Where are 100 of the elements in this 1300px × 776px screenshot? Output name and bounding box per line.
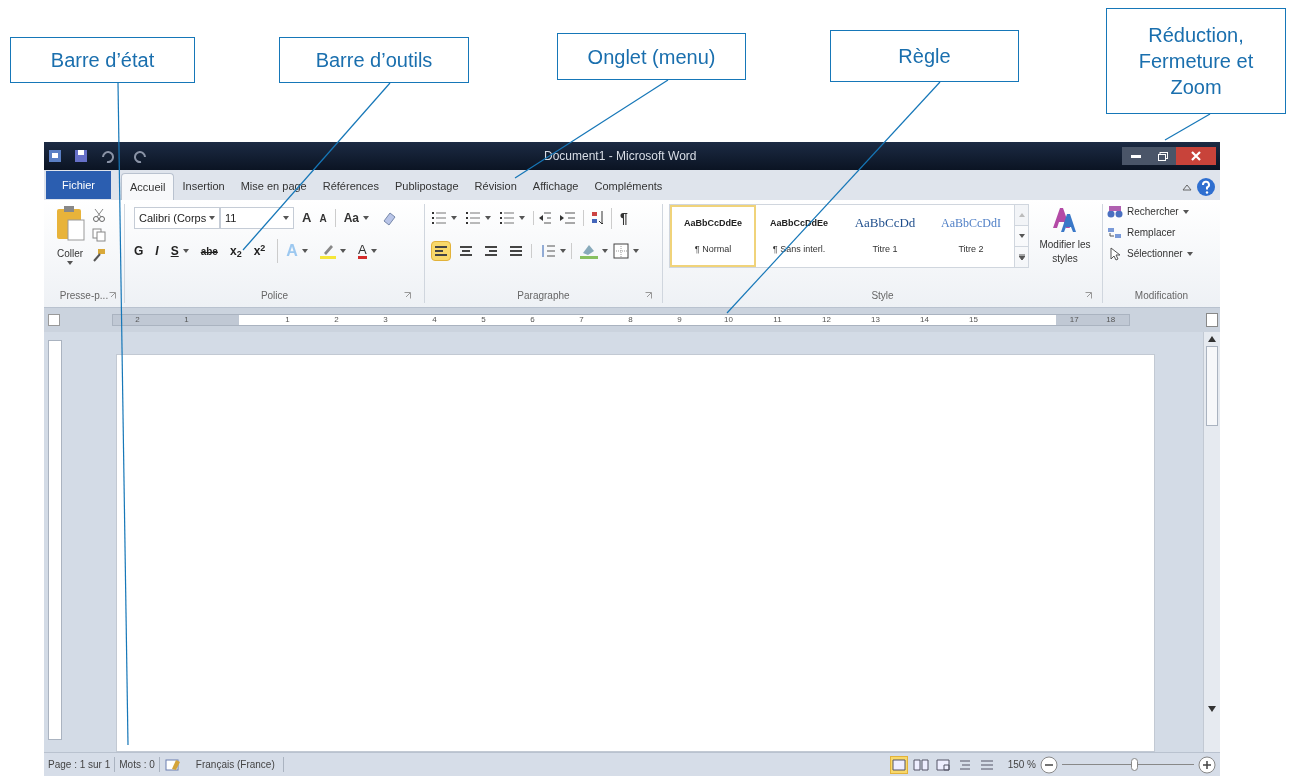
group-label: Modification xyxy=(1134,288,1189,303)
decrease-indent-icon[interactable] xyxy=(533,211,551,225)
highlight-button[interactable] xyxy=(319,243,346,259)
caret-icon xyxy=(633,249,639,253)
ruler-number: 14 xyxy=(919,314,930,326)
highlighter-icon xyxy=(319,243,336,259)
superscript-button[interactable]: x$^{2}$ xyxy=(253,242,266,260)
ruler-number: 11 xyxy=(772,314,783,326)
ruler-number: 12 xyxy=(821,314,832,326)
close-button[interactable] xyxy=(1176,147,1216,165)
grow-font-button[interactable]: A xyxy=(302,208,312,228)
group-label: Paragraphe xyxy=(517,288,570,303)
borders-icon[interactable] xyxy=(613,243,629,259)
ribbon-tab[interactable]: Références xyxy=(314,173,387,200)
view-button[interactable] xyxy=(889,755,908,774)
ruler-number: 17 xyxy=(1068,314,1080,326)
strikethrough-button[interactable]: abe xyxy=(200,243,218,259)
redo-icon[interactable] xyxy=(134,149,148,163)
zoom-slider[interactable] xyxy=(1062,757,1194,772)
align-icon xyxy=(482,243,500,259)
dialog-launcher-icon[interactable] xyxy=(645,291,652,299)
scroll-up-icon[interactable] xyxy=(1208,336,1216,342)
caret-icon xyxy=(451,216,457,220)
collapse-ribbon-icon[interactable] xyxy=(1182,182,1192,191)
tab-selector[interactable] xyxy=(48,314,60,326)
bullets-icon[interactable] xyxy=(431,211,447,225)
caret-icon xyxy=(209,216,215,220)
zoom-out-icon[interactable] xyxy=(1040,755,1058,774)
subscript-button[interactable]: x$_{2}$ xyxy=(229,242,242,260)
change-case-button[interactable]: Aa xyxy=(334,209,369,227)
bold-button[interactable]: G xyxy=(134,242,144,260)
caret-icon xyxy=(560,249,566,253)
help-icon[interactable] xyxy=(1196,176,1216,197)
font-color-button[interactable]: A xyxy=(357,243,377,259)
up-arrow-icon xyxy=(1018,213,1025,217)
paste-button[interactable]: Coller xyxy=(48,204,92,265)
ribbon-tab[interactable]: Affichage xyxy=(524,173,587,200)
page-count[interactable]: Page : 1 sur 1 xyxy=(44,757,116,772)
callout-label: Barre d’outils xyxy=(279,37,469,83)
vertical-scrollbar[interactable] xyxy=(1203,332,1220,752)
ribbon-tab[interactable]: Fichier xyxy=(46,171,111,199)
ruler-number: 8 xyxy=(627,314,634,326)
ribbon-tab[interactable]: Insertion xyxy=(174,173,233,200)
more-icon xyxy=(1018,254,1025,260)
style-item[interactable]: AaBbCcDdEe ¶ Normal xyxy=(670,205,756,267)
ribbon-tab[interactable]: Révision xyxy=(466,173,525,200)
group-label: Police xyxy=(260,288,289,303)
clipboard-icon xyxy=(54,204,86,242)
brush-icon[interactable] xyxy=(92,248,106,262)
editing-button[interactable]: Rechercher xyxy=(1107,204,1216,219)
shrink-font-button[interactable]: A xyxy=(319,210,327,226)
ribbon-tab[interactable]: Accueil xyxy=(121,173,175,200)
ruler-number: 10 xyxy=(723,314,734,326)
dialog-launcher-icon[interactable] xyxy=(109,291,116,299)
caret-icon xyxy=(1186,251,1193,256)
ribbon-tab[interactable]: Compléments xyxy=(586,173,671,200)
minimize-button[interactable] xyxy=(1122,147,1150,165)
align-icon xyxy=(507,243,525,259)
style-item[interactable]: AaBbCcDd Titre 1 xyxy=(842,205,928,267)
undo-icon[interactable] xyxy=(100,149,114,163)
italic-button[interactable]: I xyxy=(155,242,159,260)
editing-button[interactable]: Sélectionner xyxy=(1107,246,1216,261)
zoom-level[interactable]: 150 % xyxy=(1007,757,1036,772)
language-indicator[interactable]: Français (France) xyxy=(187,757,284,772)
slider-thumb[interactable] xyxy=(1130,758,1138,771)
close-icon xyxy=(1191,151,1201,161)
view-ruler-icon[interactable] xyxy=(1206,313,1218,327)
increase-indent-icon[interactable] xyxy=(559,211,575,225)
view-icon xyxy=(890,756,907,773)
view-icon xyxy=(912,756,929,773)
font-name-field[interactable]: Calibri (Corps xyxy=(134,207,220,229)
ribbon-tab[interactable]: Publipostage xyxy=(387,173,467,200)
down-arrow-icon xyxy=(1018,234,1025,238)
callout-label: Barre d’état xyxy=(10,37,195,83)
align-button[interactable] xyxy=(431,241,451,261)
show-marks-button[interactable]: ¶ xyxy=(611,207,628,229)
ruler-number: 18 xyxy=(1105,314,1117,326)
scroll-down-icon[interactable] xyxy=(1208,706,1216,712)
underline-button[interactable]: S xyxy=(170,242,189,260)
style-item[interactable]: AaBbCcDdI Titre 2 xyxy=(928,205,1014,267)
copy-icon[interactable] xyxy=(92,228,106,242)
binoculars-icon xyxy=(1107,204,1123,219)
sort-icon[interactable] xyxy=(583,210,603,226)
dialog-launcher-icon[interactable] xyxy=(1085,291,1092,299)
dialog-launcher-icon[interactable] xyxy=(404,291,411,299)
ruler-number: 9 xyxy=(676,314,683,326)
word-count[interactable]: Mots : 0 xyxy=(115,757,160,772)
font-size-field[interactable]: 11 xyxy=(220,207,294,229)
window-title: Document1 - Microsoft Word xyxy=(544,148,697,165)
save-icon[interactable] xyxy=(74,149,88,163)
ruler-number: 1 xyxy=(284,314,291,326)
caret-icon xyxy=(519,216,525,220)
change-styles-button[interactable]: Modifier les styles xyxy=(1037,204,1093,268)
scissors-icon[interactable] xyxy=(92,208,106,222)
restore-button[interactable] xyxy=(1150,147,1176,165)
editing-button[interactable]: Remplacer xyxy=(1107,225,1216,240)
scroll-thumb[interactable] xyxy=(1206,346,1218,426)
view-icon xyxy=(934,756,951,773)
zoom-in-icon[interactable] xyxy=(1198,755,1216,774)
callout-label: Règle xyxy=(830,30,1019,82)
